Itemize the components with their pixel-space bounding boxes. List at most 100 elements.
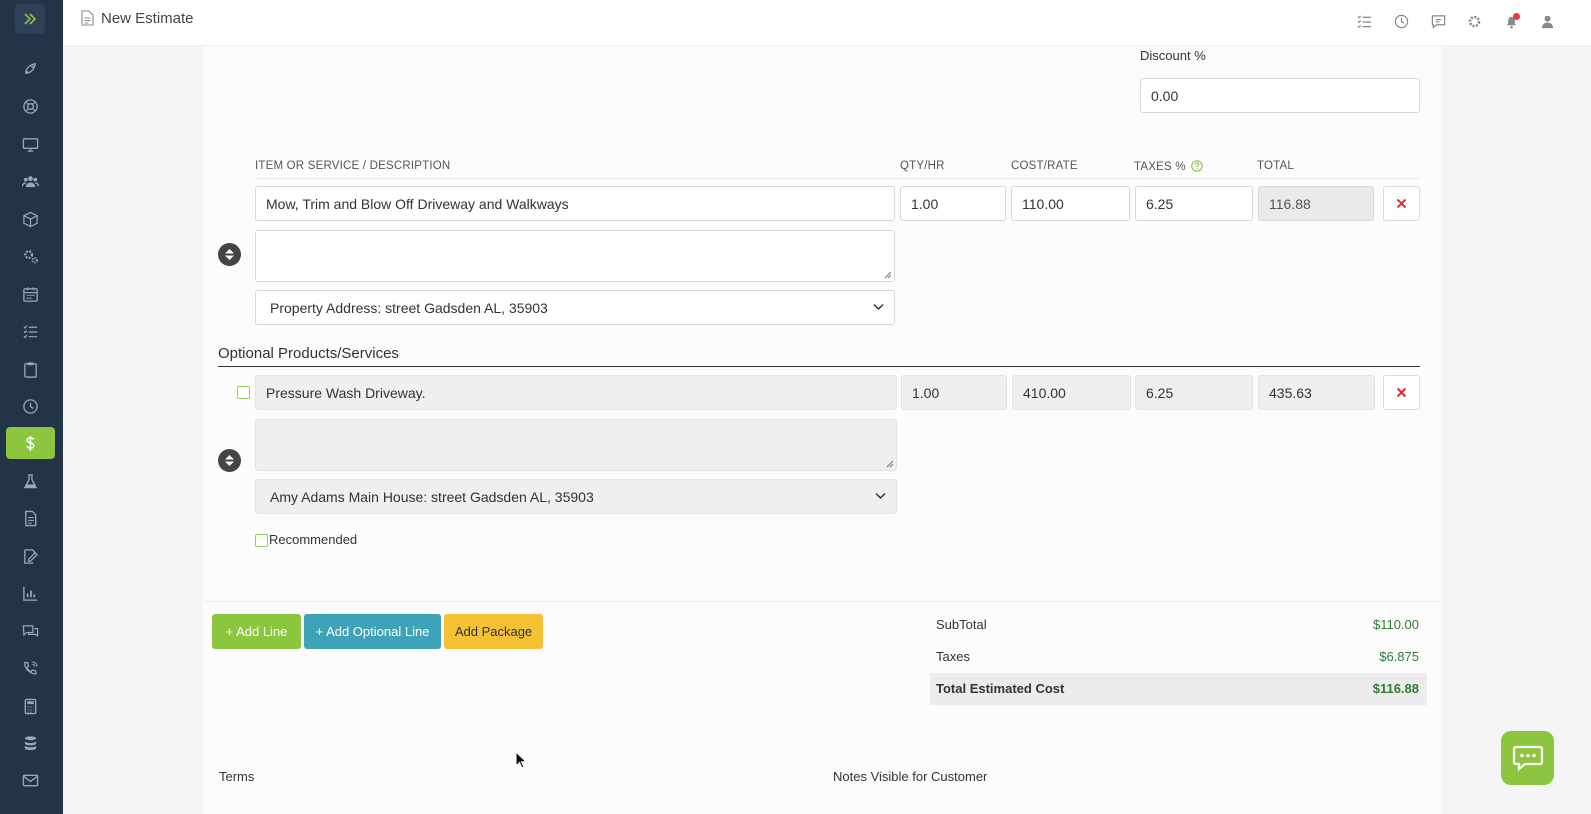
recommended-checkbox[interactable] [255, 534, 268, 547]
optional-item-qty-input[interactable]: 1.00 [901, 375, 1007, 410]
resize-grip-icon[interactable] [886, 460, 894, 468]
item-cost-input[interactable]: 110.00 [1011, 186, 1130, 221]
header-divider [255, 178, 1420, 179]
sidebar-item-calendar[interactable] [6, 278, 55, 310]
discount-input[interactable]: 0.00 [1140, 78, 1420, 113]
database-icon [24, 735, 37, 750]
mail-icon [22, 774, 39, 786]
column-header-item: ITEM OR SERVICE / DESCRIPTION [255, 160, 451, 172]
optional-item-address-select[interactable]: Amy Adams Main House: street Gadsden AL,… [255, 479, 897, 514]
optional-item-description-textarea[interactable] [255, 419, 897, 471]
bell-icon[interactable] [1502, 12, 1520, 30]
page-title: New Estimate [101, 10, 194, 27]
sidebar-item-settings[interactable] [6, 240, 55, 272]
sidebar-item-timesheet[interactable] [6, 390, 55, 422]
sidebar-item-support[interactable] [6, 90, 55, 122]
reorder-handle-icon[interactable] [218, 243, 241, 266]
chat-icon [22, 624, 39, 637]
sidebar-item-database[interactable] [6, 727, 55, 759]
top-bar: New Estimate [63, 0, 1591, 46]
gears-icon [24, 249, 38, 263]
sidebar-item-lab[interactable] [6, 465, 55, 497]
flask-icon [23, 473, 38, 488]
sidebar-item-monitor[interactable] [6, 128, 55, 160]
chevron-down-icon [873, 303, 884, 311]
delete-optional-item-button[interactable] [1383, 375, 1420, 410]
users-icon [22, 175, 39, 187]
tasks-icon[interactable] [1355, 12, 1373, 30]
sidebar-item-customers[interactable] [6, 165, 55, 197]
sidebar-item-contracts[interactable] [6, 540, 55, 572]
column-header-total: TOTAL [1257, 160, 1294, 172]
sidebar-item-tasks[interactable] [6, 315, 55, 347]
clipboard-icon [24, 361, 37, 378]
item-name-input[interactable]: Mow, Trim and Blow Off Driveway and Walk… [255, 186, 895, 221]
item-total-field: 116.88 [1258, 186, 1374, 221]
subtotal-label: SubTotal [936, 617, 987, 632]
document-icon [25, 510, 37, 526]
reorder-handle-icon[interactable] [218, 449, 241, 472]
chart-icon [23, 586, 38, 601]
document-icon [81, 10, 94, 29]
sidebar [0, 0, 63, 814]
column-header-taxes: TAXES % [1134, 160, 1203, 173]
optional-item-taxes-input[interactable]: 6.25 [1135, 375, 1253, 410]
support-icon [23, 98, 38, 114]
clock-icon [23, 398, 38, 414]
item-taxes-input[interactable]: 6.25 [1135, 186, 1253, 221]
message-icon[interactable] [1429, 12, 1447, 30]
sidebar-item-mail[interactable] [6, 764, 55, 796]
clock-icon[interactable] [1392, 12, 1410, 30]
total-label: Total Estimated Cost [936, 681, 1065, 696]
help-icon[interactable] [1191, 160, 1203, 172]
box-icon [23, 211, 38, 227]
sidebar-item-reports[interactable] [6, 577, 55, 609]
section-divider [203, 601, 1441, 602]
discount-label: Discount % [1140, 48, 1206, 63]
settings-icon[interactable] [1465, 12, 1483, 30]
sidebar-item-clipboard[interactable] [6, 353, 55, 385]
taxes-value: $6.875 [1379, 649, 1419, 664]
column-header-qty: QTY/HR [900, 160, 945, 172]
item-qty-input[interactable]: 1.00 [900, 186, 1006, 221]
rocket-icon [25, 62, 37, 74]
chat-bubble-icon [1512, 745, 1543, 772]
notification-dot [1513, 13, 1520, 20]
dollar-icon [26, 435, 35, 451]
signature-icon [24, 548, 38, 564]
optional-item-checkbox[interactable] [237, 386, 250, 399]
sidebar-item-calls[interactable] [6, 652, 55, 684]
sidebar-item-inventory[interactable] [6, 203, 55, 235]
sidebar-item-calculator[interactable] [6, 690, 55, 722]
terms-label: Terms [219, 769, 255, 784]
close-icon [1396, 387, 1407, 398]
mouse-cursor-icon [515, 751, 527, 769]
item-address-value: Property Address: street Gadsden AL, 359… [270, 299, 548, 316]
calendar-icon [23, 286, 38, 302]
monitor-icon [22, 137, 39, 152]
delete-item-button[interactable] [1383, 186, 1420, 221]
optional-item-total-field: 435.63 [1258, 375, 1375, 410]
column-header-cost: COST/RATE [1011, 160, 1078, 172]
optional-item-cost-input[interactable]: 410.00 [1012, 375, 1131, 410]
item-description-textarea[interactable] [255, 230, 895, 282]
item-address-select[interactable]: Property Address: street Gadsden AL, 359… [255, 290, 895, 325]
subtotal-value: $110.00 [1372, 617, 1419, 632]
add-package-button[interactable]: Add Package [444, 614, 543, 649]
checklist-icon [23, 324, 38, 338]
total-value: $116.88 [1372, 681, 1419, 696]
sidebar-item-estimates[interactable] [6, 427, 55, 459]
add-line-button[interactable]: + Add Line [212, 614, 301, 649]
sidebar-item-messages[interactable] [6, 615, 55, 647]
optional-section-divider [218, 366, 1420, 367]
chat-widget-button[interactable] [1501, 731, 1554, 785]
resize-grip-icon[interactable] [884, 271, 892, 279]
sidebar-item-dashboard[interactable] [6, 52, 55, 84]
user-icon[interactable] [1538, 12, 1556, 30]
sidebar-item-invoices[interactable] [6, 502, 55, 534]
double-chevron-right-icon [24, 13, 37, 25]
optional-item-name-input[interactable]: Pressure Wash Driveway. [255, 375, 897, 410]
sidebar-toggle-button[interactable] [15, 4, 45, 34]
add-optional-line-button[interactable]: + Add Optional Line [304, 614, 441, 649]
chevron-down-icon [875, 492, 886, 500]
